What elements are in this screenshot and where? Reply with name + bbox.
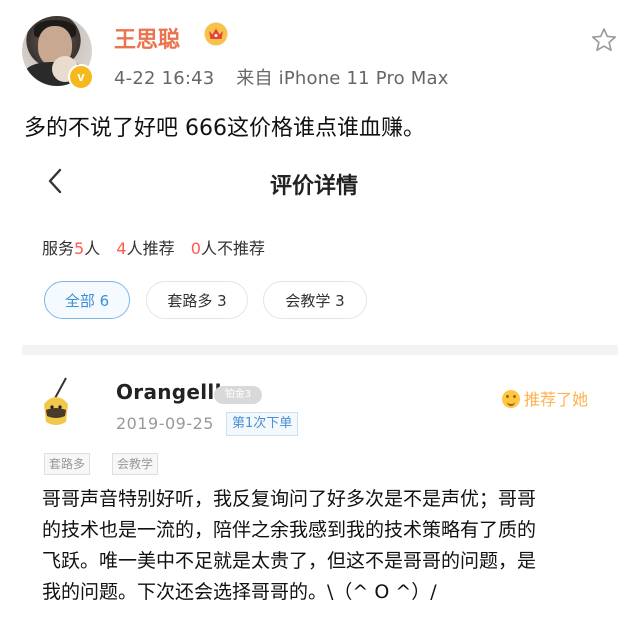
review-line: 飞跃。唯一美中不足就是太贵了，但这不是哥哥的问题，是 bbox=[42, 550, 537, 572]
review-text: 哥哥声音特别好听，我反复询问了好多次是不是声优；哥哥 的技术也是一流的，陪伴之余… bbox=[42, 484, 602, 608]
review-stats: 服务5人 4人推荐 0人不推荐 bbox=[42, 235, 265, 259]
stats-service-label: 服务 bbox=[42, 239, 75, 258]
reviewer-level-badge: 铂金3 bbox=[214, 386, 262, 404]
post-text: 多的不说了好吧 666这价格谁点谁血赚。 bbox=[24, 116, 425, 141]
post-time: 4-22 16:43 bbox=[114, 68, 215, 89]
post-meta: 4-22 16:43 来自 iPhone 11 Pro Max bbox=[114, 64, 449, 90]
post-source[interactable]: 来自 iPhone 11 Pro Max bbox=[236, 68, 448, 89]
recommended-text: 推荐了她 bbox=[524, 390, 589, 409]
reviewer-name[interactable]: Orangelll bbox=[116, 380, 222, 404]
order-count-badge: 第1次下单 bbox=[226, 412, 299, 436]
section-divider bbox=[22, 345, 618, 355]
review-tag: 会教学 bbox=[112, 453, 159, 475]
star-icon[interactable] bbox=[590, 26, 618, 54]
recommended-label: 推荐了她 bbox=[502, 386, 588, 410]
crown-icon bbox=[204, 22, 228, 46]
review-line: 我的问题。下次还会选择哥哥的。\（^ O ^）/ bbox=[42, 581, 437, 603]
review-line: 哥哥声音特别好听，我反复询问了好多次是不是声优；哥哥 bbox=[42, 488, 537, 510]
stats-not-recommend-label: 人不推荐 bbox=[200, 239, 265, 258]
stats-service-count: 5 bbox=[74, 239, 85, 258]
reviewer-avatar[interactable] bbox=[36, 376, 76, 428]
author-name[interactable]: 王思聪 bbox=[114, 22, 180, 54]
review-line: 的技术也是一流的，陪伴之余我感到我的技术策略有了质的 bbox=[42, 519, 537, 541]
review-date: 2019-09-25 bbox=[116, 414, 214, 433]
back-arrow-icon[interactable] bbox=[44, 166, 66, 196]
filter-taolu-chip[interactable]: 套路多 3 bbox=[146, 281, 248, 319]
stats-recommend-count: 4 bbox=[116, 239, 127, 258]
review-tag: 套路多 bbox=[44, 453, 91, 475]
stats-not-recommend-count: 0 bbox=[190, 239, 201, 258]
smiley-icon bbox=[502, 390, 520, 408]
filter-all-chip[interactable]: 全部 6 bbox=[44, 281, 130, 319]
stats-recommend-label: 人推荐 bbox=[126, 239, 175, 258]
verified-badge-icon: v bbox=[68, 64, 94, 90]
page-title: 评价详情 bbox=[270, 174, 359, 199]
stats-service-unit: 人 bbox=[84, 239, 101, 258]
filter-teaching-chip[interactable]: 会教学 3 bbox=[263, 281, 367, 319]
